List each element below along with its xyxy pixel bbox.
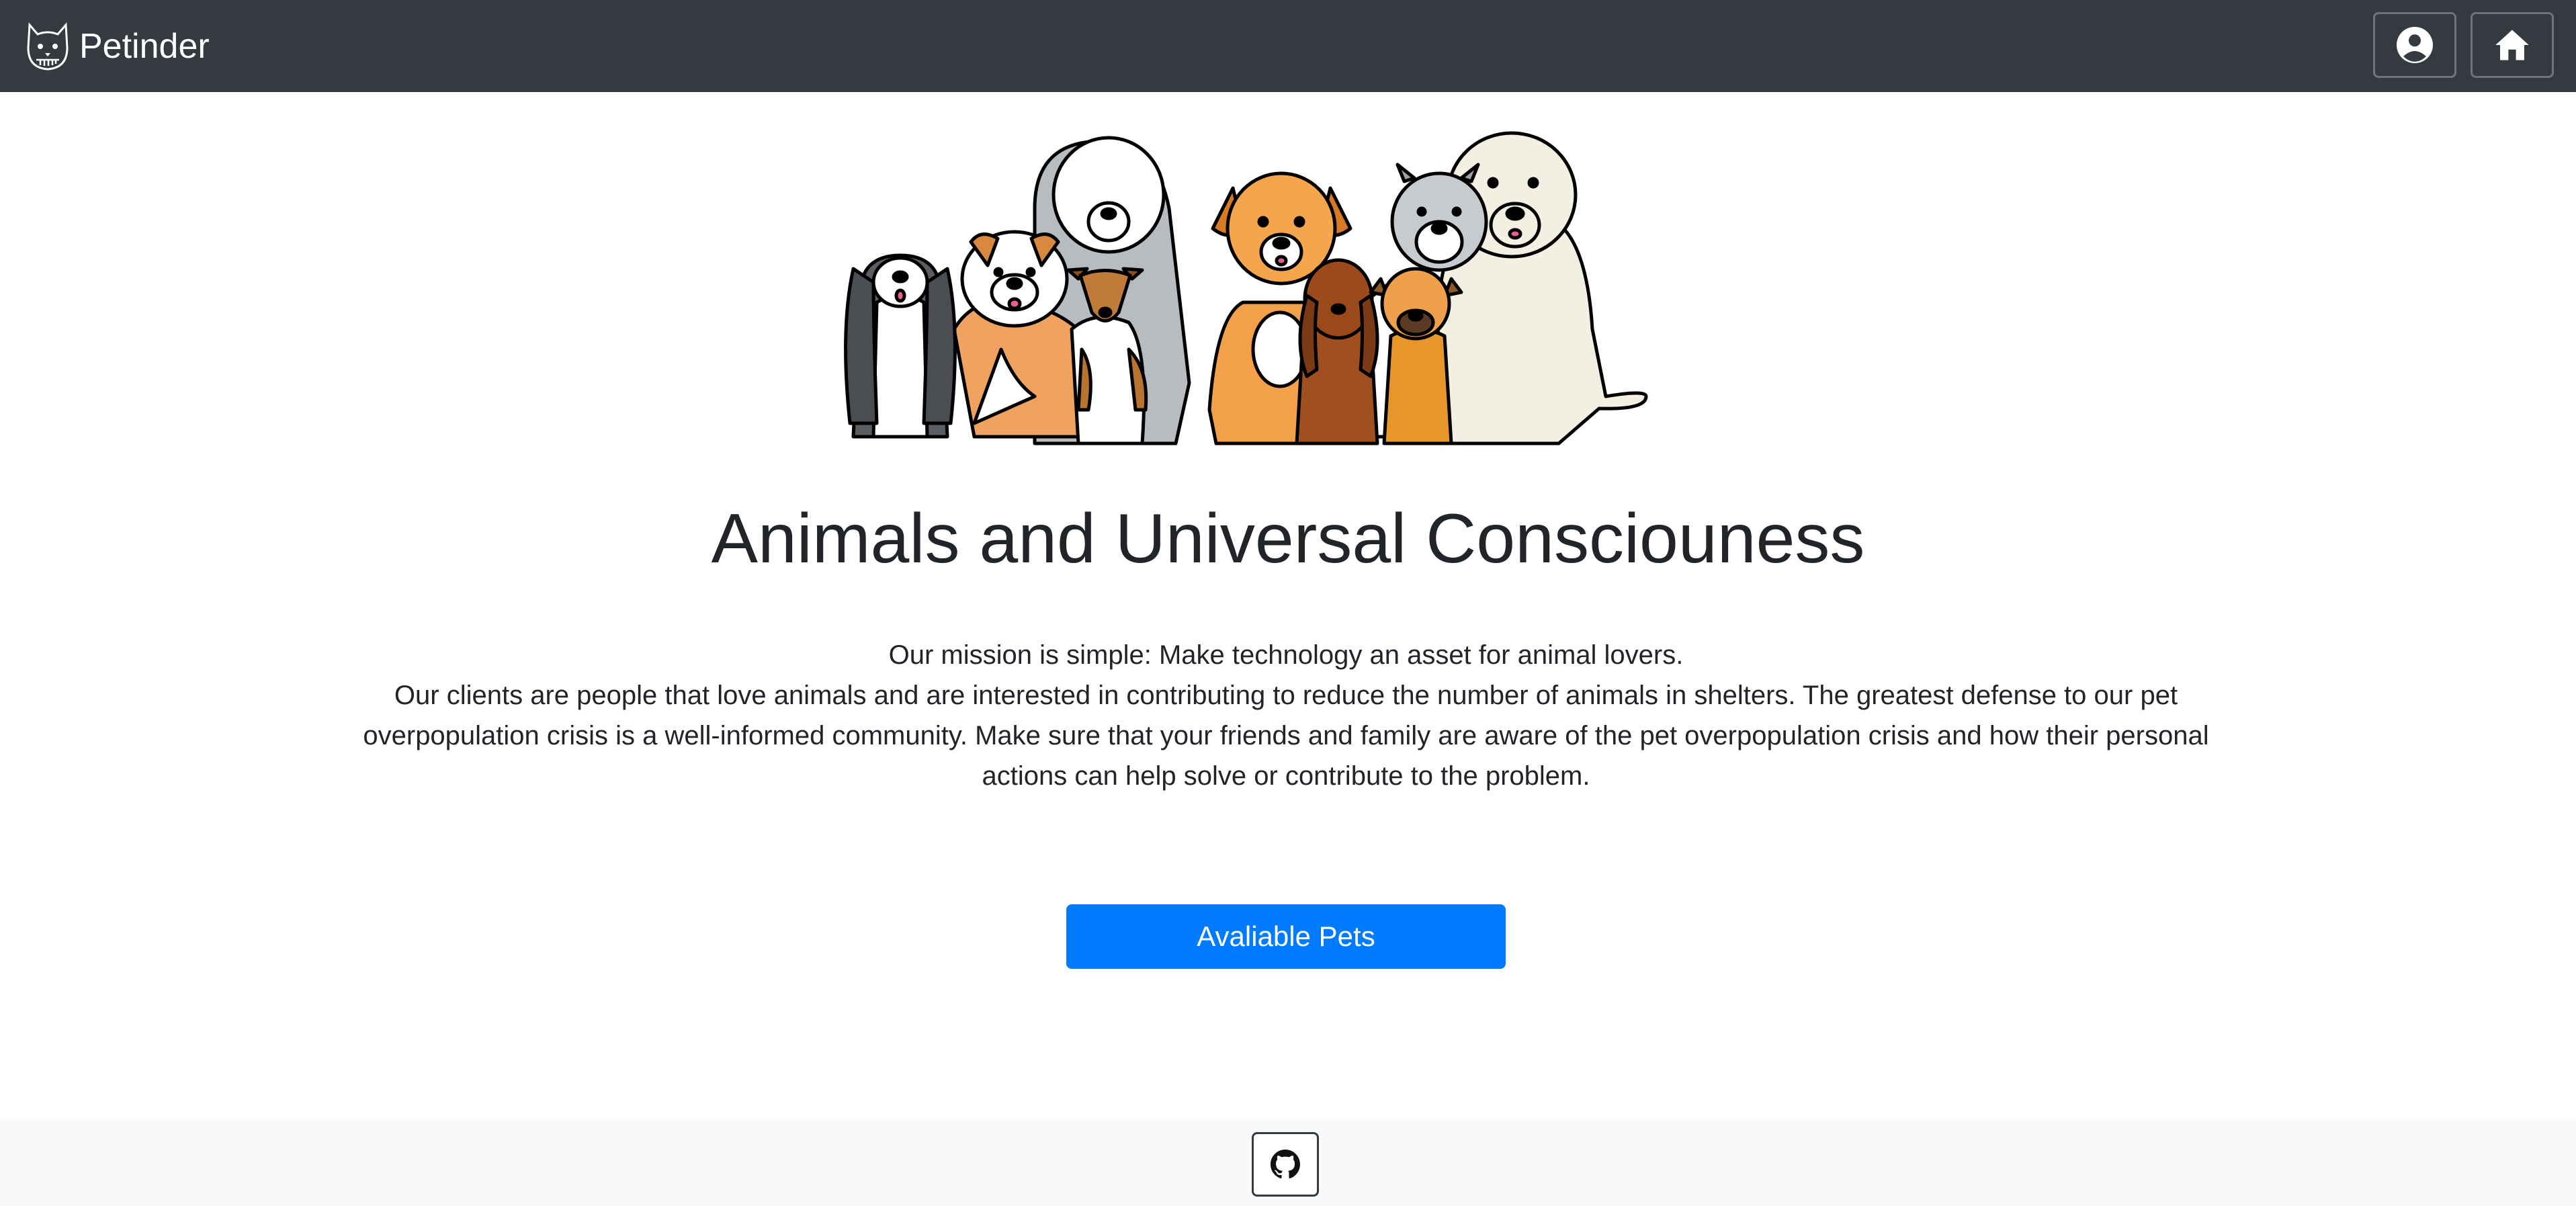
cat-face-logo-icon: [27, 21, 69, 71]
github-icon: [1271, 1150, 1300, 1178]
brand-name: Petinder: [79, 26, 210, 66]
navbar: Petinder: [0, 0, 2576, 92]
mission-statement: Our mission is simple: Make technology a…: [888, 640, 1684, 670]
home-icon: [2495, 30, 2529, 60]
user-profile-button[interactable]: [2373, 12, 2456, 78]
dogs-illustration: [844, 131, 1648, 445]
brand-link[interactable]: Petinder: [24, 17, 210, 75]
github-link-button[interactable]: [1252, 1132, 1319, 1197]
user-circle-icon: [2397, 27, 2433, 63]
home-button[interactable]: [2471, 12, 2554, 78]
mission-text: Our mission is simple: Make technology a…: [349, 635, 2223, 796]
page-title: Animals and Universal Consciouness: [711, 500, 1865, 578]
mission-description: Our clients are people that love animals…: [363, 681, 2209, 791]
available-pets-button[interactable]: Avaliable Pets: [1066, 904, 1506, 969]
footer: [0, 1119, 2576, 1206]
